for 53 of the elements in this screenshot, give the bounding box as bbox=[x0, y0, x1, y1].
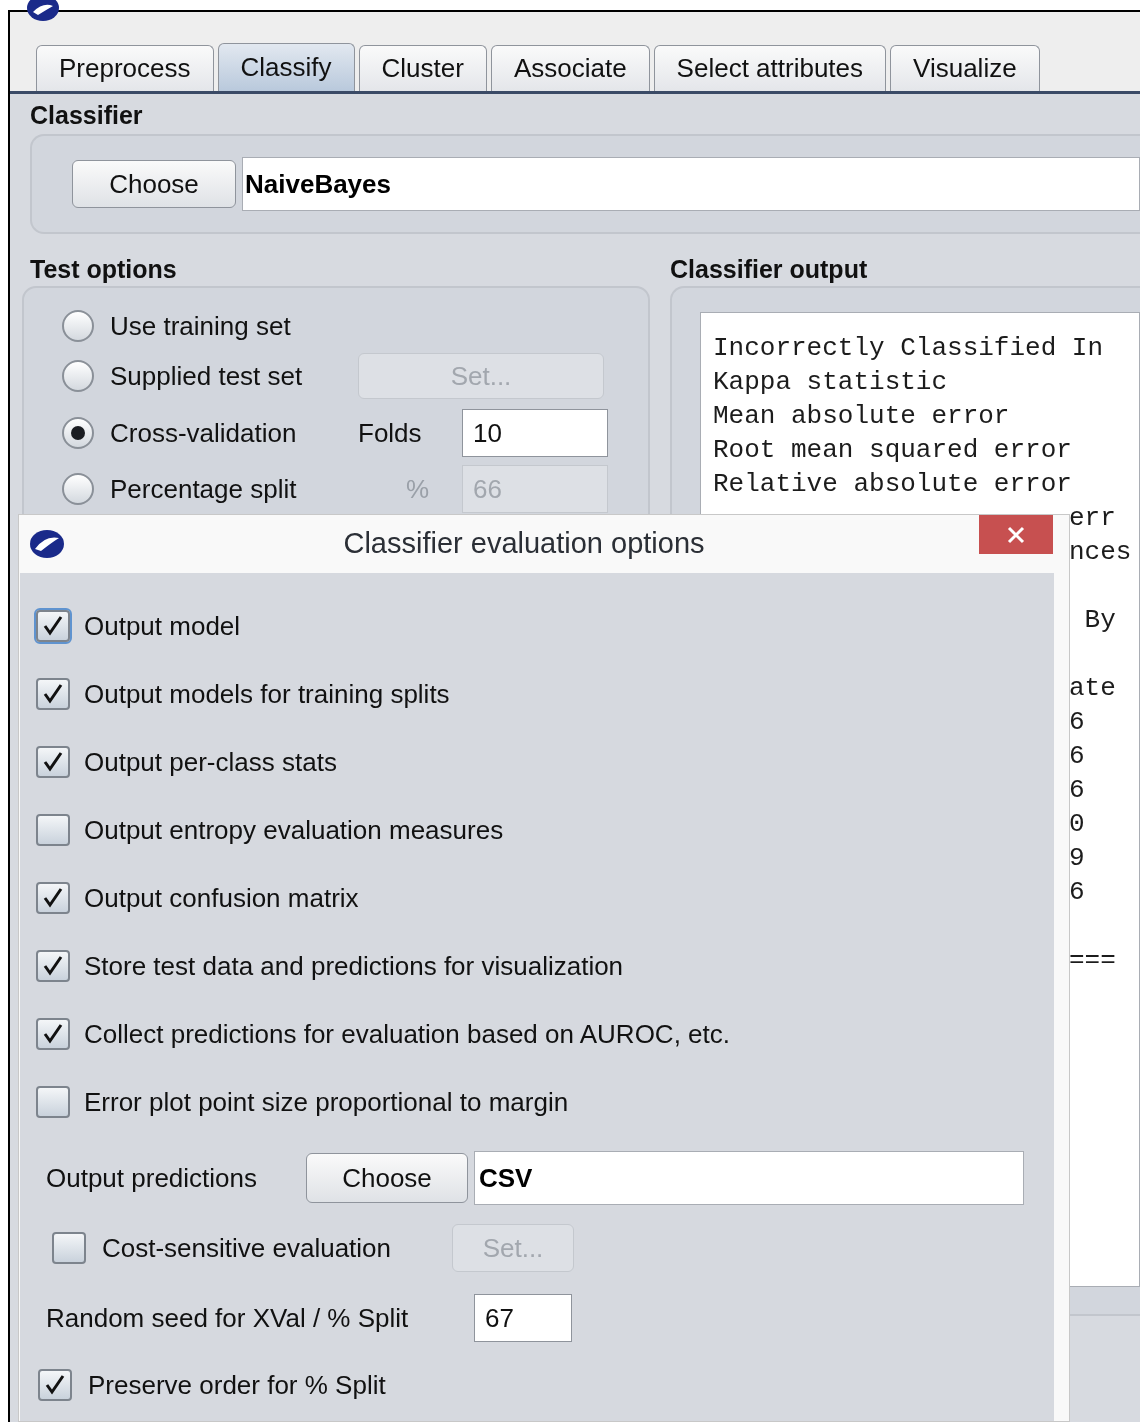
section-heading: Test options bbox=[29, 254, 178, 284]
tab[interactable]: Associate bbox=[490, 45, 650, 91]
checkbox-label: Error plot point size proportional to margin bbox=[84, 1085, 569, 1119]
output-line: Incorrectly Classified In bbox=[713, 333, 1104, 363]
option-label: Supplied test set bbox=[110, 359, 304, 393]
checkbox-label: Output models for training splits bbox=[84, 677, 450, 711]
output-line: 6 bbox=[1069, 707, 1085, 737]
output-line: Root mean squared error bbox=[713, 435, 1072, 465]
section-heading: Classifier bbox=[30, 100, 144, 130]
checkbox-label: Collect predictions for evaluation based on AUROC, etc. bbox=[84, 1017, 730, 1051]
section-heading: Classifier output bbox=[670, 254, 869, 284]
output-line: Relative absolute error bbox=[713, 469, 1072, 499]
checkbox-label: Output model bbox=[84, 609, 241, 643]
set-button: Set... bbox=[452, 1224, 574, 1272]
option-label: Cross-validation bbox=[110, 416, 298, 450]
choose-button[interactable]: Choose bbox=[306, 1153, 468, 1203]
output-line: 9 bbox=[1069, 843, 1085, 873]
option-label: Percentage split bbox=[110, 472, 298, 506]
output-line: nces bbox=[1069, 537, 1132, 567]
output-line: === bbox=[1069, 945, 1116, 975]
output-line: Mean absolute error bbox=[713, 401, 1010, 431]
tab[interactable]: Preprocess bbox=[36, 45, 214, 91]
folds-field[interactable]: 10 bbox=[462, 409, 608, 457]
checkbox-label: Output entropy evaluation measures bbox=[84, 813, 504, 847]
checkbox-label: Preserve order for % Split bbox=[88, 1368, 386, 1402]
choose-button[interactable]: Choose bbox=[72, 160, 236, 208]
tab[interactable]: Visualize bbox=[890, 45, 1040, 91]
output-line: By bbox=[1083, 605, 1116, 635]
field-label: Random seed for XVal / % Split bbox=[46, 1301, 410, 1335]
predictions-field[interactable]: CSV bbox=[474, 1151, 1024, 1205]
set-button: Set... bbox=[358, 353, 604, 399]
option-label: Use training set bbox=[110, 309, 292, 343]
field-label: Folds bbox=[358, 416, 423, 450]
checkbox-label: Output per-class stats bbox=[84, 745, 337, 779]
output-line: err bbox=[1069, 503, 1116, 533]
output-line: 6 bbox=[1069, 775, 1085, 805]
tab[interactable]: Cluster bbox=[358, 45, 487, 91]
folds-field: 66 bbox=[462, 465, 608, 513]
checkbox-label: Output confusion matrix bbox=[84, 881, 359, 915]
tab[interactable]: Classify bbox=[217, 43, 355, 91]
output-line: 0 bbox=[1069, 809, 1085, 839]
classifier-field[interactable]: NaiveBayes bbox=[242, 157, 1140, 211]
dialog-title: Classifier evaluation options bbox=[343, 526, 706, 562]
seed-field[interactable]: 67 bbox=[474, 1294, 572, 1342]
checkbox-label: Cost-sensitive evaluation bbox=[102, 1231, 393, 1265]
output-line: 6 bbox=[1069, 877, 1085, 907]
tab[interactable]: Select attributes bbox=[653, 45, 887, 91]
checkbox-label: Store test data and predictions for visualization bbox=[84, 949, 624, 983]
output-line: Kappa statistic bbox=[713, 367, 948, 397]
output-line: ate bbox=[1069, 673, 1116, 703]
field-label: % bbox=[405, 472, 431, 506]
output-line: 6 bbox=[1069, 741, 1085, 771]
field-label: Output predictions bbox=[46, 1161, 258, 1195]
